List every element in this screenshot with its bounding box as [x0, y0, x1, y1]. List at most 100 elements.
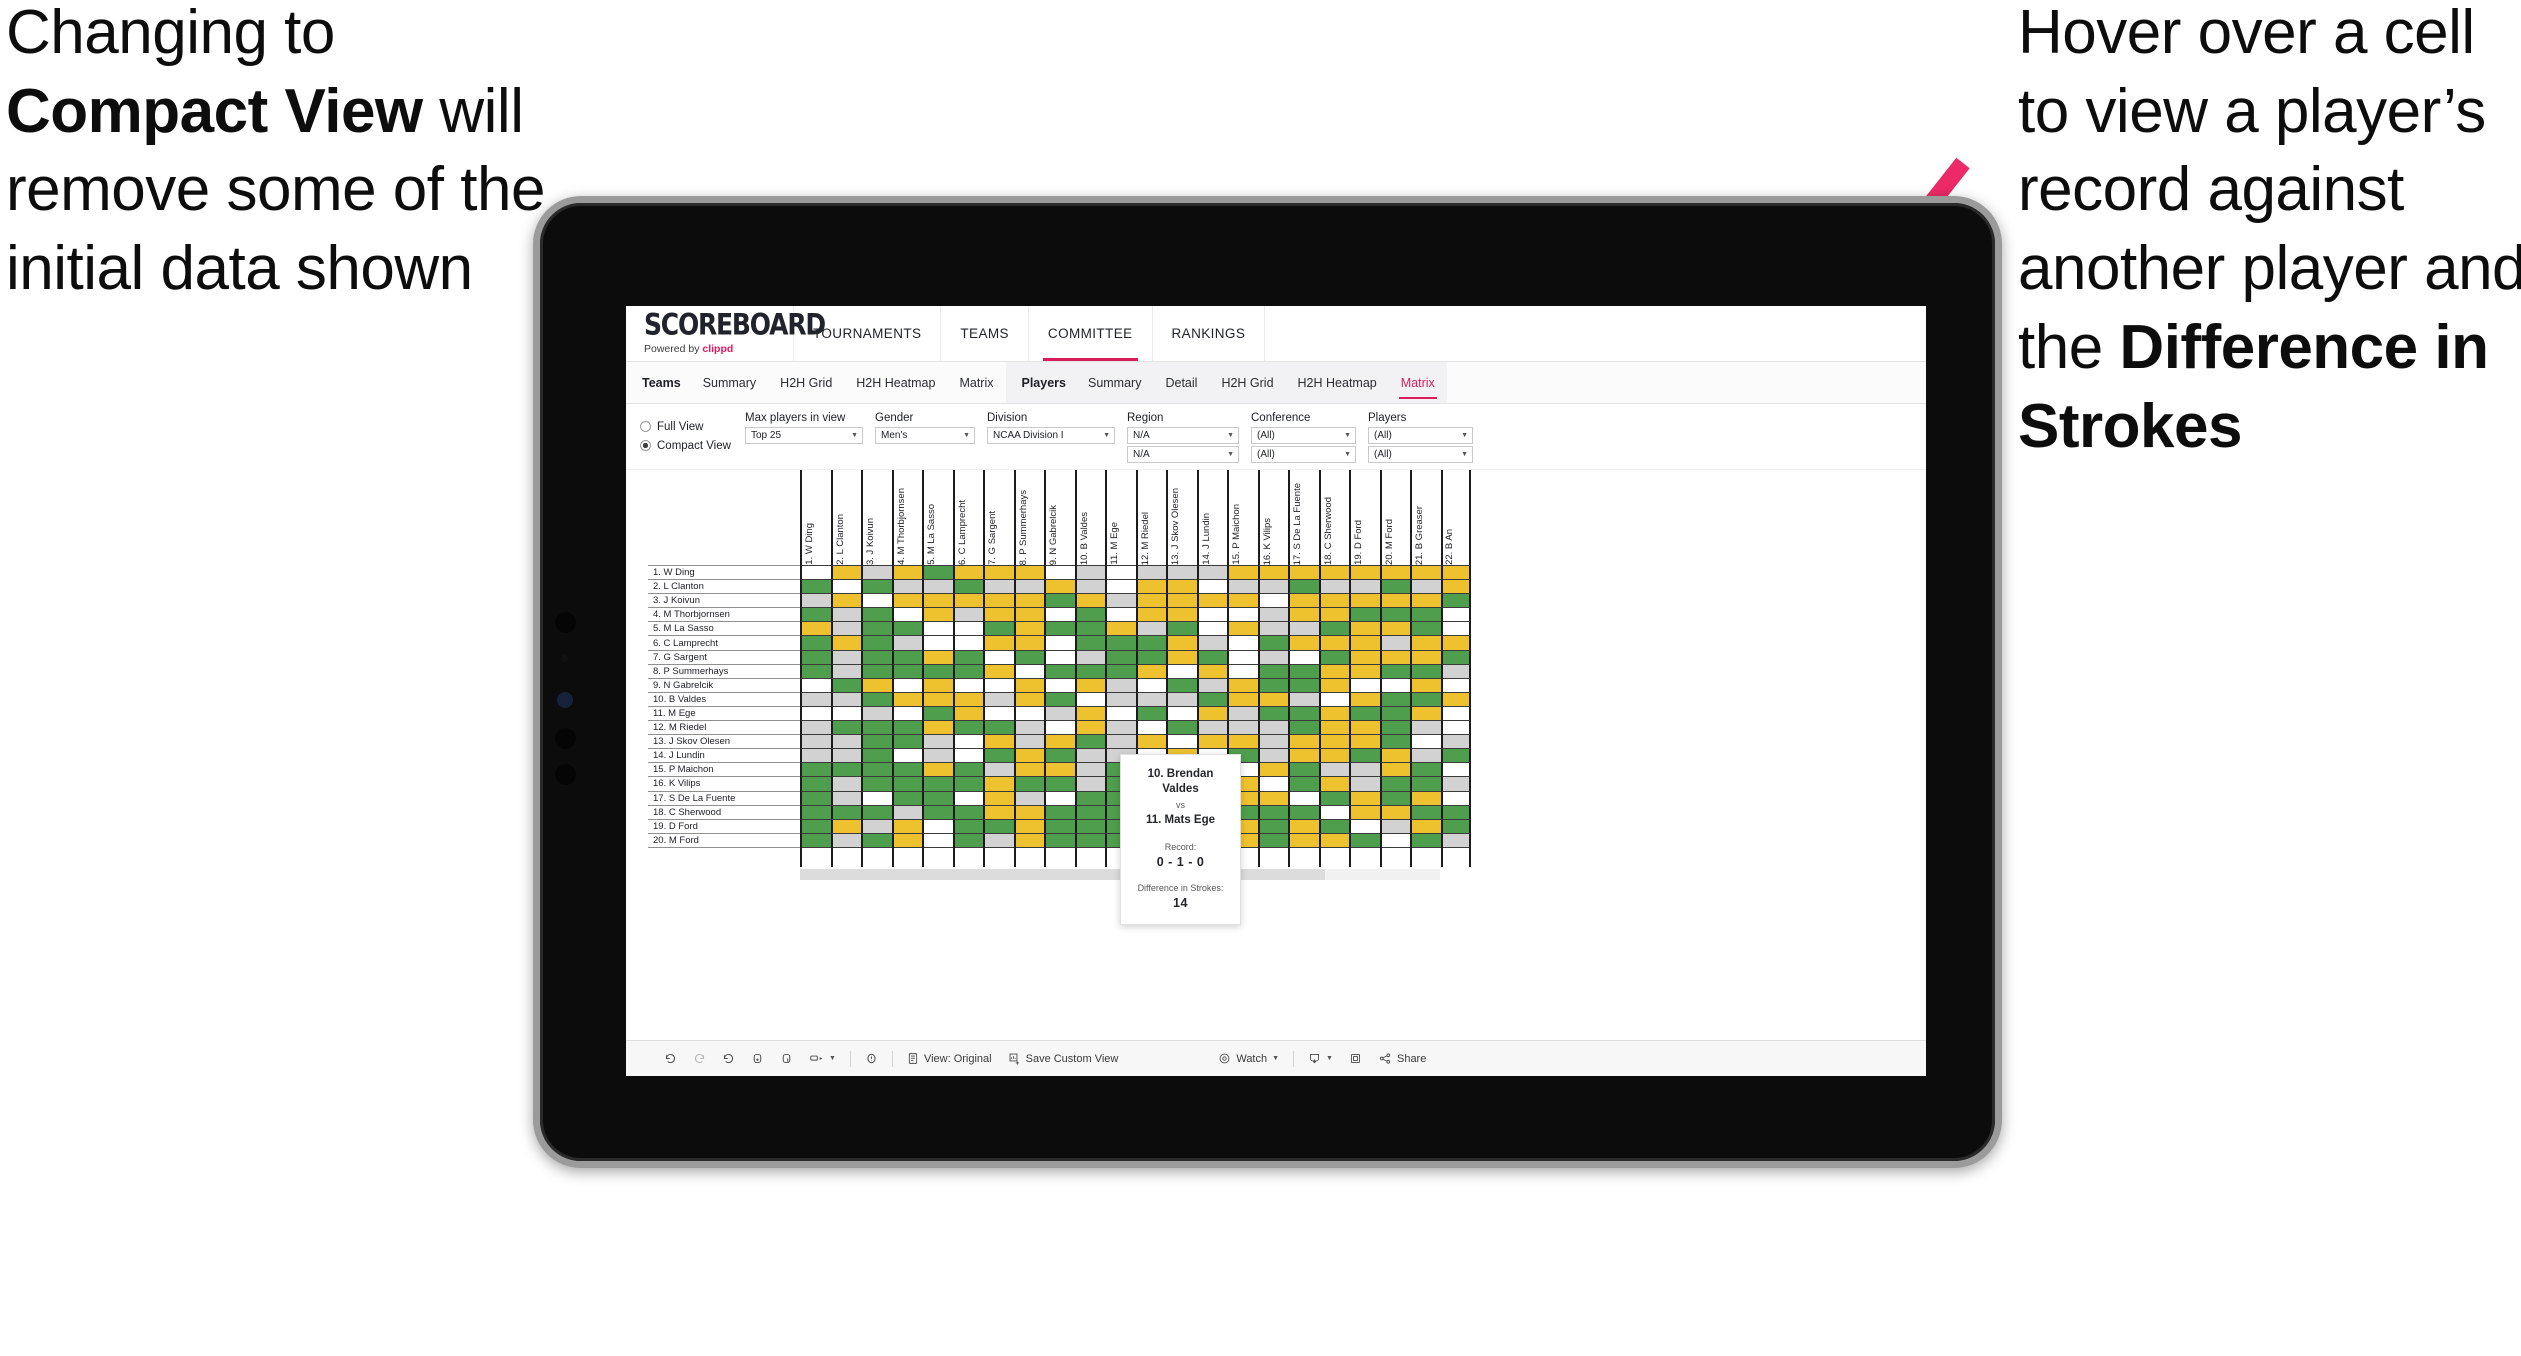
matrix-cell[interactable]: [1135, 720, 1166, 736]
matrix-cell[interactable]: [1410, 720, 1441, 736]
subnav-teams-matrix[interactable]: Matrix: [947, 362, 1005, 403]
matrix-cell[interactable]: [861, 776, 892, 792]
topnav-item-teams[interactable]: TEAMS: [941, 306, 1029, 361]
matrix-cell[interactable]: [1196, 663, 1227, 679]
matrix-cell[interactable]: [1349, 579, 1380, 595]
subnav-players-detail[interactable]: Detail: [1153, 362, 1209, 403]
matrix-cell[interactable]: [1135, 607, 1166, 623]
matrix-cell[interactable]: [922, 607, 953, 623]
matrix-cell[interactable]: [952, 790, 983, 806]
matrix-cell[interactable]: [861, 677, 892, 693]
matrix-row-label[interactable]: 13. J Skov Olesen: [648, 734, 800, 750]
matrix-cell[interactable]: [1257, 607, 1288, 623]
matrix-cell[interactable]: [1379, 748, 1410, 764]
matrix-cell[interactable]: [891, 762, 922, 778]
matrix-cell[interactable]: [1227, 691, 1258, 707]
matrix-cell[interactable]: [1044, 565, 1075, 581]
matrix-cell[interactable]: [1044, 818, 1075, 834]
matrix-cell[interactable]: [1044, 790, 1075, 806]
matrix-cell[interactable]: [1318, 579, 1349, 595]
matrix-cell[interactable]: [1440, 649, 1471, 665]
matrix-cell[interactable]: [891, 621, 922, 637]
subnav-teams-summary[interactable]: Summary: [691, 362, 768, 403]
matrix-cell[interactable]: [1105, 691, 1136, 707]
matrix-cell[interactable]: [800, 790, 831, 806]
matrix-cell[interactable]: [1257, 579, 1288, 595]
matrix-cell[interactable]: [861, 818, 892, 834]
matrix-cell[interactable]: [861, 593, 892, 609]
matrix-cell[interactable]: [1196, 677, 1227, 693]
matrix-cell[interactable]: [952, 663, 983, 679]
matrix-cell[interactable]: [1379, 649, 1410, 665]
matrix-cell[interactable]: [1013, 776, 1044, 792]
matrix-cell[interactable]: [1074, 621, 1105, 637]
matrix-cell[interactable]: [1013, 607, 1044, 623]
matrix-cell[interactable]: [1196, 734, 1227, 750]
matrix-cell[interactable]: [1044, 776, 1075, 792]
matrix-cell[interactable]: [861, 762, 892, 778]
matrix-cell[interactable]: [983, 832, 1014, 848]
matrix-cell[interactable]: [1135, 593, 1166, 609]
matrix-col-header[interactable]: 15. P Maichon: [1227, 470, 1258, 565]
matrix-cell[interactable]: [861, 720, 892, 736]
matrix-cell[interactable]: [861, 804, 892, 820]
matrix-cell[interactable]: [1410, 818, 1441, 834]
matrix-cell[interactable]: [1166, 593, 1197, 609]
matrix-cell[interactable]: [1349, 565, 1380, 581]
toolbar-pause-button[interactable]: [772, 1052, 801, 1065]
matrix-cell[interactable]: [1074, 663, 1105, 679]
matrix-cell[interactable]: [861, 832, 892, 848]
matrix-cell[interactable]: [1318, 691, 1349, 707]
topnav-item-committee[interactable]: COMMITTEE: [1029, 306, 1153, 361]
matrix-col-header[interactable]: 5. M La Sasso: [922, 470, 953, 565]
matrix-cell[interactable]: [1044, 705, 1075, 722]
matrix-cell[interactable]: [1044, 579, 1075, 595]
matrix-col-header[interactable]: 20. M Ford: [1379, 470, 1411, 565]
matrix-cell[interactable]: [1227, 720, 1258, 736]
matrix-cell[interactable]: [983, 691, 1014, 707]
matrix-cell[interactable]: [922, 635, 953, 651]
matrix-cell[interactable]: [1013, 579, 1044, 595]
matrix-cell[interactable]: [891, 705, 922, 722]
matrix-cell[interactable]: [983, 663, 1014, 679]
matrix-cell[interactable]: [1318, 762, 1349, 778]
matrix-cell[interactable]: [1013, 790, 1044, 806]
topnav-item-tournaments[interactable]: TOURNAMENTS: [794, 306, 942, 361]
matrix-cell[interactable]: [830, 720, 861, 736]
matrix-cell[interactable]: [1044, 649, 1075, 665]
matrix-cell[interactable]: [1379, 832, 1410, 848]
matrix-cell[interactable]: [1379, 579, 1410, 595]
matrix-cell[interactable]: [1013, 649, 1044, 665]
matrix-cell[interactable]: [983, 762, 1014, 778]
matrix-cell[interactable]: [1257, 748, 1288, 764]
matrix-cell[interactable]: [1013, 621, 1044, 637]
radio-compact-view[interactable]: Compact View: [640, 436, 745, 455]
matrix-cell[interactable]: [983, 705, 1014, 722]
matrix-cell[interactable]: [800, 748, 831, 764]
select-region[interactable]: N/A ▼: [1127, 427, 1239, 444]
matrix-cell[interactable]: [830, 579, 861, 595]
matrix-cell[interactable]: [830, 607, 861, 623]
matrix-cell[interactable]: [1013, 720, 1044, 736]
matrix-cell[interactable]: [800, 832, 831, 848]
matrix-row-label[interactable]: 15. P Maichon: [648, 762, 800, 778]
matrix-cell[interactable]: [1044, 663, 1075, 679]
matrix-cell[interactable]: [1105, 677, 1136, 693]
select-conference-2[interactable]: (All) ▼: [1251, 446, 1356, 463]
matrix-cell[interactable]: [1257, 832, 1288, 848]
matrix-cell[interactable]: [1440, 593, 1471, 609]
matrix-cell[interactable]: [922, 832, 953, 848]
matrix-cell[interactable]: [1074, 579, 1105, 595]
matrix-cell[interactable]: [922, 677, 953, 693]
matrix-cell[interactable]: [1318, 720, 1349, 736]
matrix-cell[interactable]: [891, 691, 922, 707]
matrix-cell[interactable]: [952, 818, 983, 834]
matrix-cell[interactable]: [1013, 734, 1044, 750]
matrix-cell[interactable]: [1105, 565, 1136, 581]
matrix-cell[interactable]: [1105, 705, 1136, 722]
matrix-cell[interactable]: [1288, 720, 1319, 736]
matrix-cell[interactable]: [1044, 607, 1075, 623]
subnav-teams-h2h-grid[interactable]: H2H Grid: [768, 362, 844, 403]
matrix-cell[interactable]: [1166, 691, 1197, 707]
matrix-cell[interactable]: [952, 705, 983, 722]
